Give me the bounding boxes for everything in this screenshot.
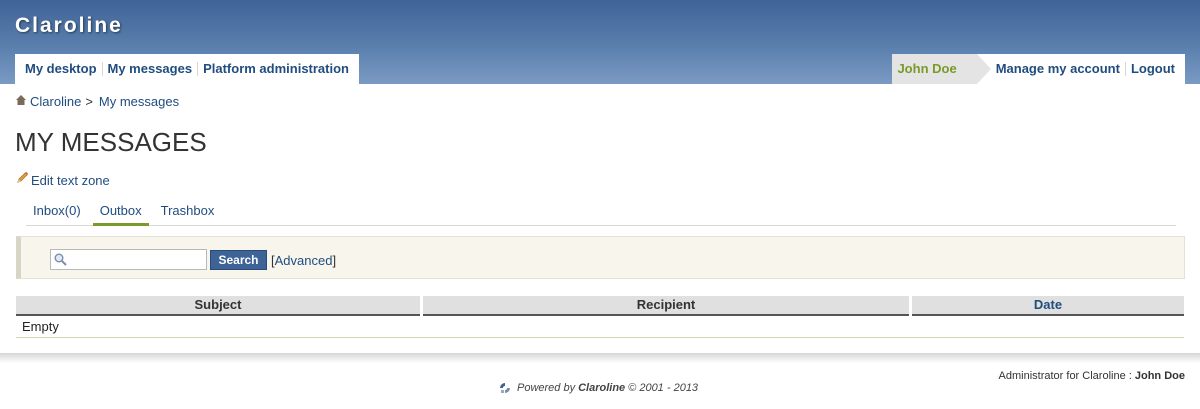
tab-inbox[interactable]: Inbox(0) [26,200,88,225]
search-button[interactable]: Search [210,250,267,270]
powered-by: Powered by Claroline © 2001 - 2013 [498,381,698,395]
column-header-recipient[interactable]: Recipient [423,296,909,316]
search-icon [54,253,67,266]
nav-my-desktop[interactable]: My desktop [20,62,103,76]
footer-admin-name[interactable]: John Doe [1135,370,1185,382]
pencil-icon [17,171,29,183]
advanced-search-link[interactable]: Advanced [275,253,333,268]
edit-text-zone-link[interactable]: Edit text zone [31,173,110,188]
footer-admin-label: Administrator for Claroline : [998,370,1132,382]
page-header: Claroline My desktop My messages Platfor… [0,0,1200,84]
column-header-date[interactable]: Date [912,296,1184,316]
breadcrumb-separator: > [85,94,93,109]
message-tabs: Inbox(0) Outbox Trashbox [26,200,1176,226]
breadcrumb: Claroline > My messages [16,94,179,109]
footer-administrator: Administrator for Claroline : John Doe [999,370,1185,382]
site-title[interactable]: Claroline [15,14,123,38]
table-empty-row: Empty [16,318,1184,338]
column-header-subject[interactable]: Subject [16,296,420,316]
tab-outbox[interactable]: Outbox [92,200,149,226]
powered-suffix: © 2001 - 2013 [628,382,699,394]
powered-brand-link[interactable]: Claroline [578,382,625,394]
search-field-wrapper [50,249,207,270]
nav-platform-administration[interactable]: Platform administration [198,62,354,76]
nav-my-messages[interactable]: My messages [103,62,199,76]
manage-account-link[interactable]: Manage my account [991,62,1126,76]
claroline-logo-icon [500,383,510,393]
edit-text-zone: Edit text zone [16,171,110,188]
main-navigation: My desktop My messages Platform administ… [15,54,359,84]
home-icon [16,94,26,105]
tab-trashbox[interactable]: Trashbox [154,200,222,225]
advanced-bracket-close: ] [332,253,337,268]
powered-prefix: Powered by [517,382,576,394]
user-navigation: John Doe Manage my account Logout [892,54,1185,84]
search-input[interactable] [51,250,206,269]
page-title: MY MESSAGES [15,127,207,157]
footer-divider [0,353,1200,363]
logout-link[interactable]: Logout [1126,62,1180,76]
breadcrumb-home-link[interactable]: Claroline [30,94,81,109]
breadcrumb-current-link[interactable]: My messages [99,94,179,109]
advanced-search: [Advanced] [271,253,336,268]
search-panel: Search [Advanced] [16,236,1185,279]
current-user-name: John Doe [892,54,991,84]
